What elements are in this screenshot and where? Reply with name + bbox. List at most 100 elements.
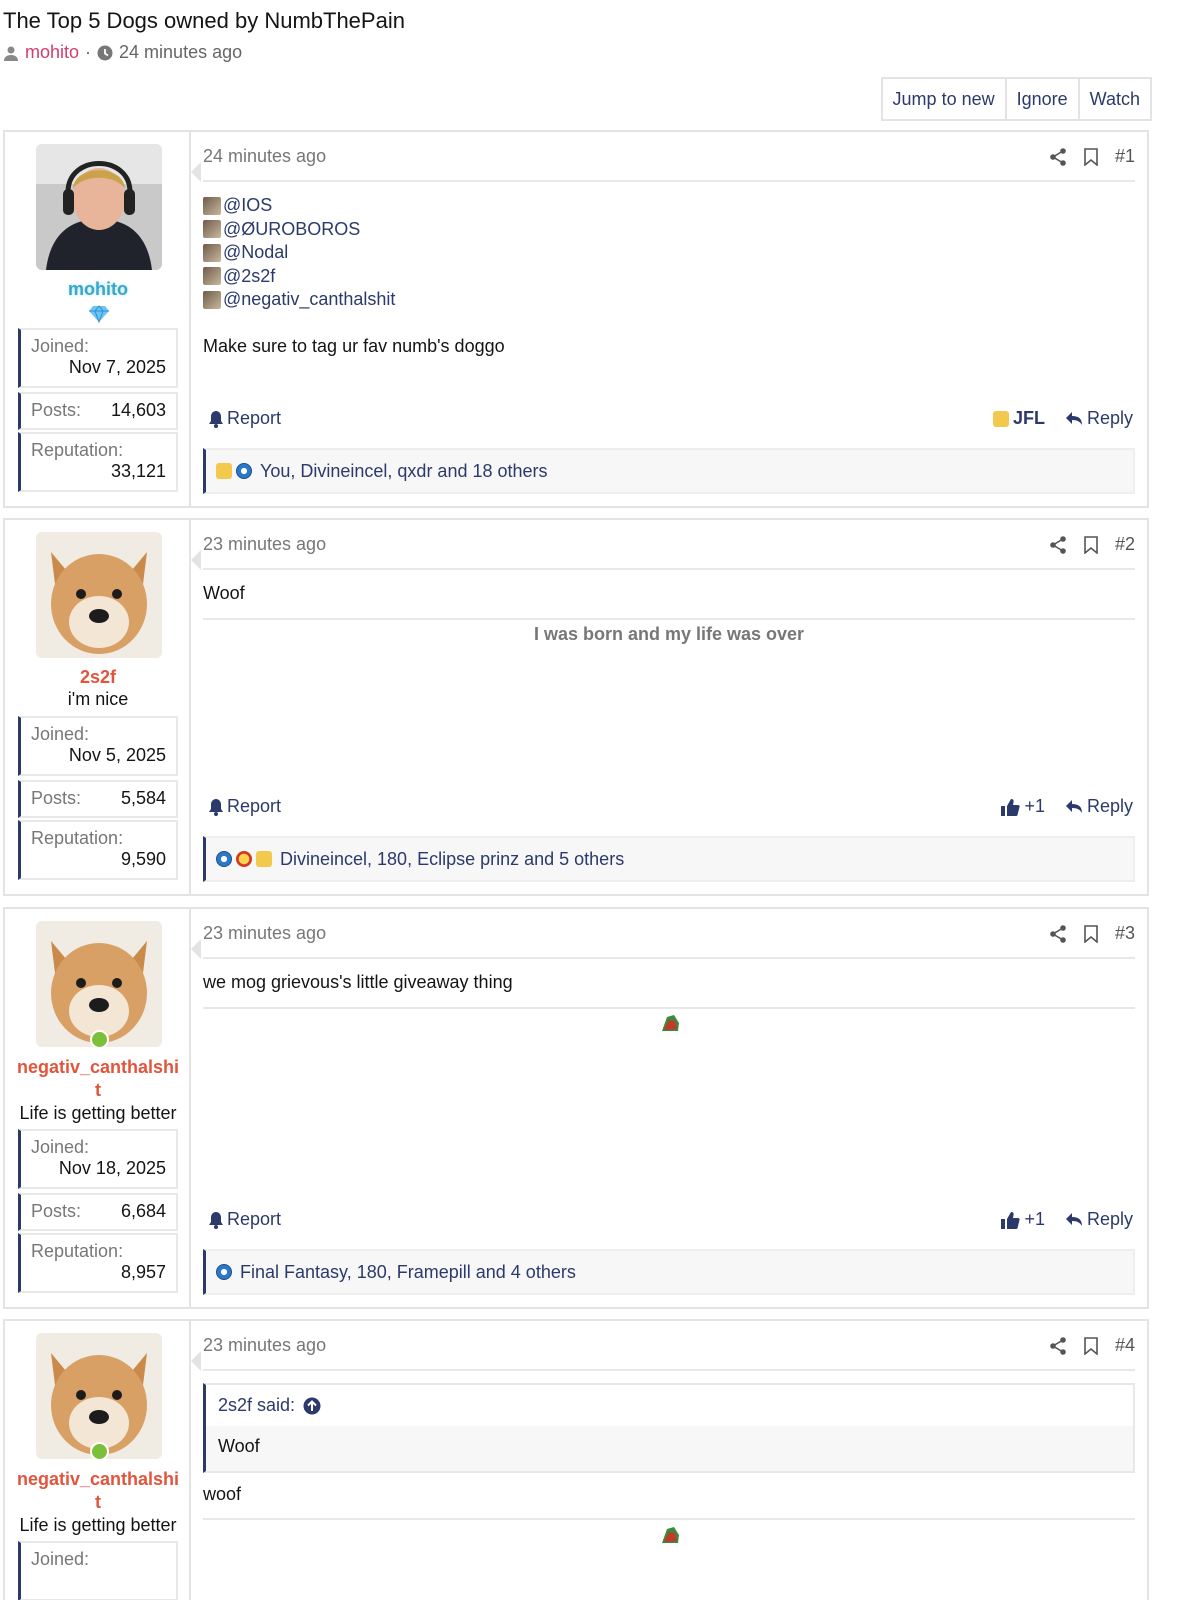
post-header: 23 minutes ago #3 xyxy=(203,923,1135,959)
quote-header[interactable]: 2s2f said: xyxy=(206,1385,1133,1426)
avatar[interactable] xyxy=(36,144,162,270)
post-username[interactable]: mohito xyxy=(5,278,191,301)
mention[interactable]: @Nodal xyxy=(203,241,1135,265)
like-button[interactable]: +1 xyxy=(1000,796,1045,817)
jump-to-new-button[interactable]: Jump to new xyxy=(882,79,1007,119)
stat-value: Nov 7, 2025 xyxy=(68,357,166,377)
post-content: Woof xyxy=(203,582,1135,606)
post-user-panel: 2s2f i'm nice Joined: Nov 5, 2025 Posts:… xyxy=(5,520,191,894)
avatar[interactable] xyxy=(36,921,162,1047)
stat-label: Reputation: xyxy=(31,1241,124,1261)
ignore-button[interactable]: Ignore xyxy=(1006,79,1080,119)
post-username[interactable]: 2s2f xyxy=(5,666,191,689)
post-content: we mog grievous's little giveaway thing xyxy=(203,971,1135,995)
post-user-panel: mohito Joined: Nov 7, 2025 Posts: 14,603… xyxy=(5,132,191,506)
stat-joined: Joined: Nov 5, 2025 xyxy=(18,716,178,776)
post-number[interactable]: #2 xyxy=(1115,534,1135,555)
blue-reaction-icon xyxy=(216,851,232,867)
bookmark-icon[interactable] xyxy=(1083,924,1099,943)
crying-laugh-icon xyxy=(216,463,232,479)
reply-icon xyxy=(1065,411,1082,425)
post-actions: Report JFL Reply xyxy=(203,408,1135,432)
share-icon[interactable] xyxy=(1049,924,1067,943)
post-arrow xyxy=(191,1351,201,1371)
user-title: Life is getting better xyxy=(19,1103,177,1123)
mention-avatar xyxy=(203,196,221,215)
quote-author: 2s2f said: xyxy=(218,1395,296,1415)
post-number[interactable]: #1 xyxy=(1115,146,1135,167)
stat-label: Posts: xyxy=(31,788,82,808)
stat-value: 14,603 xyxy=(110,400,166,420)
reactions-bar[interactable]: You, Divineincel, qxdr and 18 others xyxy=(203,448,1135,494)
stat-label: Posts: xyxy=(31,1201,82,1221)
post-body: 24 minutes ago #1 @IOS @ØUROBOROS @Nodal… xyxy=(203,132,1135,506)
jfl-reaction-button[interactable]: JFL xyxy=(992,408,1045,429)
reply-button[interactable]: Reply xyxy=(1065,408,1133,429)
post-actions: Report +1 Reply xyxy=(203,796,1135,820)
stat-reputation: Reputation: 33,121 xyxy=(18,432,178,492)
avatar[interactable] xyxy=(36,1333,162,1459)
post-username[interactable]: negativ_canthalshit xyxy=(5,1056,191,1102)
report-button[interactable]: Report xyxy=(208,1209,281,1230)
avatar[interactable] xyxy=(36,532,162,658)
mention-avatar xyxy=(203,290,221,309)
post-text: Woof xyxy=(203,583,245,603)
reactions-summary: Final Fantasy, 180, Framepill and 4 othe… xyxy=(240,1261,576,1282)
post-number[interactable]: #4 xyxy=(1115,1335,1135,1356)
post-header: 24 minutes ago #1 xyxy=(203,146,1135,182)
post-3: negativ_canthalshit Life is getting bett… xyxy=(3,907,1149,1309)
reactions-summary: Divineincel, 180, Eclipse prinz and 5 ot… xyxy=(280,848,625,869)
stat-label: Joined: xyxy=(31,724,90,744)
post-actions-right: +1 Reply xyxy=(1000,796,1133,817)
reply-button[interactable]: Reply xyxy=(1065,796,1133,817)
post-header: 23 minutes ago #2 xyxy=(203,534,1135,570)
share-icon[interactable] xyxy=(1049,1336,1067,1355)
post-number[interactable]: #3 xyxy=(1115,923,1135,944)
arrow-up-circle-icon[interactable] xyxy=(303,1397,321,1415)
user-title: i'm nice xyxy=(67,689,129,709)
share-icon[interactable] xyxy=(1049,147,1067,166)
stat-joined: Joined: Nov 18, 2025 xyxy=(18,1129,178,1189)
thread-author-link[interactable]: mohito xyxy=(25,42,79,63)
stat-posts: Posts: 5,584 xyxy=(18,780,178,818)
share-icon[interactable] xyxy=(1049,535,1067,554)
mention-avatar xyxy=(203,220,221,239)
reactions-bar[interactable]: Divineincel, 180, Eclipse prinz and 5 ot… xyxy=(203,836,1135,882)
signature-image xyxy=(662,1527,679,1543)
post-time[interactable]: 24 minutes ago xyxy=(203,146,326,167)
post-body: 23 minutes ago #2 Woof I was born and my… xyxy=(203,520,1135,894)
quote-body: Woof xyxy=(218,1436,260,1456)
online-indicator xyxy=(90,1030,109,1049)
stat-value: 8,957 xyxy=(120,1262,166,1282)
stat-label: Reputation: xyxy=(31,828,124,848)
bookmark-icon[interactable] xyxy=(1083,535,1099,554)
mention-avatar xyxy=(203,243,221,262)
mention[interactable]: @2s2f xyxy=(203,265,1135,289)
watch-button[interactable]: Watch xyxy=(1079,79,1150,119)
post-username[interactable]: negativ_canthalshit xyxy=(5,1468,191,1514)
post-arrow xyxy=(191,550,201,570)
bell-icon xyxy=(209,798,223,816)
report-button[interactable]: Report xyxy=(208,408,281,429)
reactions-bar[interactable]: Final Fantasy, 180, Framepill and 4 othe… xyxy=(203,1249,1135,1295)
bookmark-icon[interactable] xyxy=(1083,147,1099,166)
post-time[interactable]: 23 minutes ago xyxy=(203,1335,326,1356)
thumbs-up-icon xyxy=(1001,798,1021,816)
post-text: woof xyxy=(203,1484,242,1504)
post-time[interactable]: 23 minutes ago xyxy=(203,923,326,944)
post-tools: #4 xyxy=(1049,1335,1135,1356)
bookmark-icon[interactable] xyxy=(1083,1336,1099,1355)
mention[interactable]: @IOS xyxy=(203,194,1135,218)
post-2: 2s2f i'm nice Joined: Nov 5, 2025 Posts:… xyxy=(3,518,1149,896)
post-time[interactable]: 23 minutes ago xyxy=(203,534,326,555)
reply-button[interactable]: Reply xyxy=(1065,1209,1133,1230)
like-button[interactable]: +1 xyxy=(1000,1209,1045,1230)
report-button[interactable]: Report xyxy=(208,796,281,817)
crying-laugh-icon xyxy=(256,851,272,867)
mention[interactable]: @negativ_canthalshit xyxy=(203,288,1135,312)
mention[interactable]: @ØUROBOROS xyxy=(203,218,1135,242)
reply-icon xyxy=(1065,1212,1082,1226)
stat-value: Nov 18, 2025 xyxy=(58,1158,166,1178)
post-tools: #2 xyxy=(1049,534,1135,555)
thread-header: The Top 5 Dogs owned by NumbThePain mohi… xyxy=(3,8,405,63)
